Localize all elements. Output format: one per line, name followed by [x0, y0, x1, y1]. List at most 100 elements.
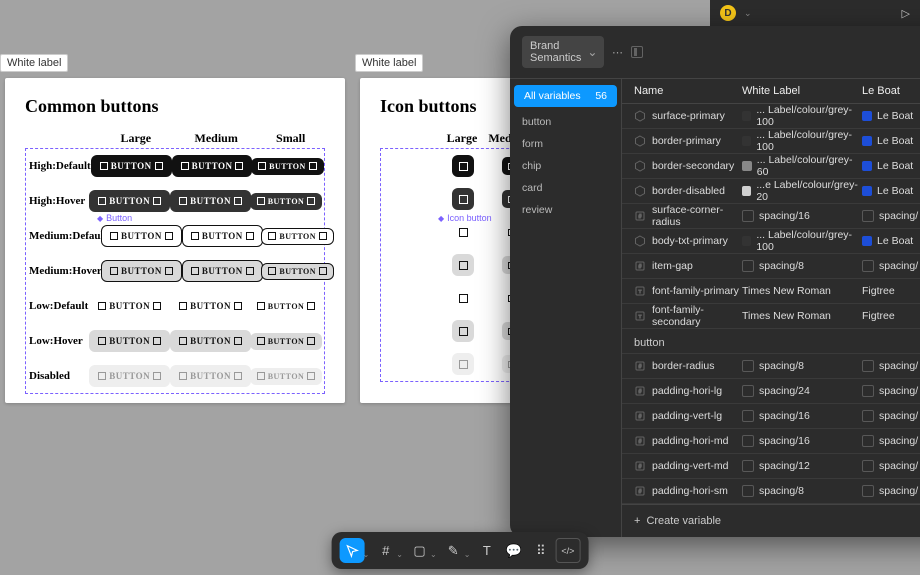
button-sample[interactable]: BUTTON [250, 193, 323, 210]
button-sample[interactable]: BUTTON [261, 263, 334, 280]
play-icon[interactable]: ▷ [902, 7, 910, 20]
variable-row[interactable]: #item-gapspacing/8spacing/ [622, 254, 920, 279]
value-cell[interactable]: spacing/24 [742, 385, 862, 397]
variable-row[interactable]: #padding-vert-lgspacing/16spacing/ [622, 404, 920, 429]
variable-row[interactable]: #padding-hori-mdspacing/16spacing/ [622, 429, 920, 454]
value-cell[interactable]: Le Boat [862, 235, 920, 247]
move-tool[interactable] [340, 538, 365, 563]
value-cell[interactable]: spacing/12 [742, 460, 862, 472]
button-sample[interactable]: BUTTON [101, 260, 182, 282]
text-tool[interactable]: T [474, 538, 499, 563]
icon-button-sample[interactable] [452, 287, 474, 309]
button-sample[interactable]: BUTTON [261, 228, 334, 245]
button-sample[interactable]: BUTTON [251, 158, 324, 175]
variable-row[interactable]: border-disabled...e Label/colour/grey-20… [622, 179, 920, 204]
button-grid[interactable]: High:DefaultBUTTONBUTTONBUTTONHigh:Hover… [25, 148, 325, 394]
icon-button-sample[interactable] [452, 254, 474, 276]
frame-tool[interactable]: # [373, 538, 398, 563]
value-cell[interactable]: Le Boat [862, 185, 920, 197]
value-cell[interactable]: ...e Label/colour/grey-20 [742, 179, 862, 203]
button-sample[interactable]: BUTTON [91, 155, 172, 177]
variable-row[interactable]: #padding-vert-mdspacing/12spacing/ [622, 454, 920, 479]
bottom-toolbar[interactable]: ⌄ #⌄ ▢⌄ ✎⌄ T 💬 ⠿ </> [332, 532, 589, 569]
sidebar-item-button[interactable]: button [510, 111, 621, 133]
button-sample[interactable]: BUTTON [89, 190, 170, 212]
avatar[interactable]: D [720, 5, 736, 21]
sidebar-item-chip[interactable]: chip [510, 155, 621, 177]
variable-row[interactable]: #padding-hori-smspacing/8spacing/ [622, 479, 920, 504]
value-cell[interactable]: spacing/ [862, 435, 920, 447]
frame-label[interactable]: White label [355, 54, 423, 72]
variable-row[interactable]: border-secondary... Label/colour/grey-60… [622, 154, 920, 179]
chevron-down-icon[interactable]: ⌄ [744, 8, 752, 19]
value-cell[interactable]: spacing/ [862, 460, 920, 472]
button-sample[interactable]: BUTTON [250, 333, 323, 350]
value-cell[interactable]: spacing/8 [742, 260, 862, 272]
value-cell[interactable]: Figtree [862, 310, 920, 322]
value-cell[interactable]: spacing/16 [742, 210, 862, 222]
button-sample[interactable]: BUTTON [170, 365, 251, 387]
value-cell[interactable]: spacing/16 [742, 435, 862, 447]
value-cell[interactable]: spacing/ [862, 410, 920, 422]
value-cell[interactable]: spacing/ [862, 385, 920, 397]
icon-button-sample[interactable] [452, 221, 474, 243]
value-cell[interactable]: ... Label/colour/grey-100 [742, 229, 862, 253]
sidebar-toggle-icon[interactable] [631, 46, 643, 58]
icon-button-sample[interactable] [452, 320, 474, 342]
button-sample[interactable]: BUTTON [182, 260, 263, 282]
more-icon[interactable]: ⋯ [612, 46, 623, 59]
variable-row[interactable]: Tfont-family-secondaryTimes New RomanFig… [622, 304, 920, 329]
variable-row[interactable]: Tfont-family-primaryTimes New RomanFigtr… [622, 279, 920, 304]
button-sample[interactable]: BUTTON [250, 368, 323, 385]
button-sample[interactable]: BUTTON [182, 225, 263, 247]
frame-label[interactable]: White label [0, 54, 68, 72]
button-sample[interactable]: BUTTON [250, 298, 323, 315]
value-cell[interactable]: spacing/16 [742, 410, 862, 422]
devmode-tool[interactable]: </> [555, 538, 580, 563]
variable-row[interactable]: #border-radiusspacing/8spacing/ [622, 354, 920, 379]
value-cell[interactable]: Figtree [862, 285, 920, 297]
variable-row[interactable]: border-primary... Label/colour/grey-100L… [622, 129, 920, 154]
value-cell[interactable]: Times New Roman [742, 285, 862, 297]
comment-tool[interactable]: 💬 [501, 538, 526, 563]
sidebar-item-review[interactable]: review [510, 199, 621, 221]
value-cell[interactable]: spacing/8 [742, 360, 862, 372]
collection-select[interactable]: Brand Semantics [522, 36, 604, 68]
section-header[interactable]: button [622, 329, 920, 354]
sidebar-item-card[interactable]: card [510, 177, 621, 199]
button-sample[interactable]: BUTTON [89, 330, 170, 352]
value-cell[interactable]: ... Label/colour/grey-100 [742, 129, 862, 153]
variables-panel[interactable]: Brand Semantics ⋯ All variables56 button… [510, 26, 920, 537]
button-sample[interactable]: BUTTON [172, 155, 253, 177]
value-cell[interactable]: ... Label/colour/grey-100 [742, 104, 862, 128]
create-variable-button[interactable]: + Create variable [622, 504, 920, 537]
shape-tool[interactable]: ▢ [407, 538, 432, 563]
button-sample[interactable]: BUTTON [170, 190, 251, 212]
value-cell[interactable]: Times New Roman [742, 310, 862, 322]
value-cell[interactable]: ... Label/colour/grey-60 [742, 154, 862, 178]
button-sample[interactable]: BUTTON [89, 365, 170, 387]
sidebar-item-form[interactable]: form [510, 133, 621, 155]
value-cell[interactable]: Le Boat [862, 160, 920, 172]
button-sample[interactable]: BUTTON [101, 225, 182, 247]
value-cell[interactable]: spacing/8 [742, 485, 862, 497]
value-cell[interactable]: spacing/ [862, 485, 920, 497]
variable-row[interactable]: #padding-hori-lgspacing/24spacing/ [622, 379, 920, 404]
icon-button-sample[interactable] [452, 155, 474, 177]
sidebar-item-all[interactable]: All variables56 [514, 85, 617, 107]
value-cell[interactable]: Le Boat [862, 135, 920, 147]
value-cell[interactable]: spacing/ [862, 260, 920, 272]
button-sample[interactable]: BUTTON [170, 295, 251, 317]
frame-common-buttons[interactable]: White label Common buttons Large Medium … [5, 78, 345, 403]
icon-button-sample[interactable] [452, 353, 474, 375]
pen-tool[interactable]: ✎ [441, 538, 466, 563]
variable-row[interactable]: body-txt-primary... Label/colour/grey-10… [622, 229, 920, 254]
value-cell[interactable]: Le Boat [862, 110, 920, 122]
variable-row[interactable]: surface-primary... Label/colour/grey-100… [622, 104, 920, 129]
variable-row[interactable]: #surface-corner-radiusspacing/16spacing/ [622, 204, 920, 229]
icon-button-sample[interactable] [452, 188, 474, 210]
button-sample[interactable]: BUTTON [170, 330, 251, 352]
actions-tool[interactable]: ⠿ [528, 538, 553, 563]
button-sample[interactable]: BUTTON [89, 295, 170, 317]
value-cell[interactable]: spacing/ [862, 360, 920, 372]
